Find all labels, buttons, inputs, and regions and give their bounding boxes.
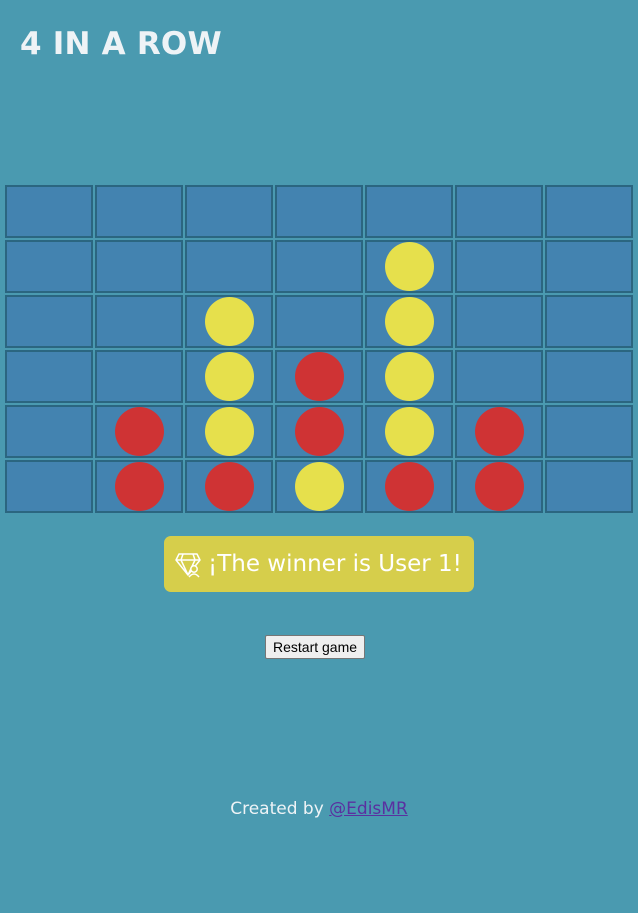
board-cell[interactable] bbox=[365, 350, 453, 403]
board-cell[interactable] bbox=[185, 405, 273, 458]
red-disc bbox=[204, 462, 254, 511]
red-disc bbox=[294, 352, 344, 401]
board-cell[interactable] bbox=[5, 240, 93, 293]
board-cell[interactable] bbox=[5, 350, 93, 403]
board-cell[interactable] bbox=[95, 240, 183, 293]
yellow-disc bbox=[384, 242, 434, 291]
board-cell[interactable] bbox=[5, 295, 93, 348]
board-cell[interactable] bbox=[275, 405, 363, 458]
board-cell[interactable] bbox=[185, 460, 273, 513]
board-cell[interactable] bbox=[185, 350, 273, 403]
board-cell[interactable] bbox=[5, 185, 93, 238]
board-cell[interactable] bbox=[455, 405, 543, 458]
yellow-disc bbox=[204, 407, 254, 456]
yellow-disc bbox=[384, 352, 434, 401]
board-cell[interactable] bbox=[455, 240, 543, 293]
red-disc bbox=[294, 407, 344, 456]
board-cell[interactable] bbox=[365, 295, 453, 348]
board-cell[interactable] bbox=[365, 185, 453, 238]
board-cell[interactable] bbox=[185, 185, 273, 238]
board-cell[interactable] bbox=[275, 460, 363, 513]
yellow-disc bbox=[384, 407, 434, 456]
board-cell[interactable] bbox=[275, 295, 363, 348]
footer-prefix: Created by bbox=[230, 799, 330, 819]
red-disc bbox=[114, 407, 164, 456]
page-title: 4 IN A ROW bbox=[20, 26, 222, 62]
board-cell[interactable] bbox=[365, 460, 453, 513]
restart-button[interactable]: Restart game bbox=[265, 635, 366, 659]
yellow-disc bbox=[204, 297, 254, 346]
board-cell[interactable] bbox=[545, 350, 633, 403]
board-cell[interactable] bbox=[5, 405, 93, 458]
board-cell[interactable] bbox=[545, 295, 633, 348]
red-disc bbox=[114, 462, 164, 511]
yellow-disc bbox=[204, 352, 254, 401]
board-cell[interactable] bbox=[455, 350, 543, 403]
board-cell[interactable] bbox=[275, 185, 363, 238]
board-cell[interactable] bbox=[95, 295, 183, 348]
board-cell[interactable] bbox=[455, 295, 543, 348]
board-cell[interactable] bbox=[365, 240, 453, 293]
author-link[interactable]: @EdisMR bbox=[329, 799, 408, 819]
board-cell[interactable] bbox=[545, 460, 633, 513]
board-cell[interactable] bbox=[95, 350, 183, 403]
board-cell[interactable] bbox=[275, 240, 363, 293]
board-cell[interactable] bbox=[5, 460, 93, 513]
yellow-disc bbox=[384, 297, 434, 346]
board-cell[interactable] bbox=[95, 460, 183, 513]
yellow-disc bbox=[294, 462, 344, 511]
winner-banner: ¡The winner is User 1! bbox=[164, 536, 474, 592]
game-board[interactable] bbox=[5, 185, 633, 516]
board-cell[interactable] bbox=[185, 240, 273, 293]
board-cell[interactable] bbox=[545, 240, 633, 293]
board-cell[interactable] bbox=[545, 405, 633, 458]
board-cell[interactable] bbox=[545, 185, 633, 238]
footer: Created by @EdisMR bbox=[0, 799, 638, 819]
board-cell[interactable] bbox=[95, 405, 183, 458]
board-cell[interactable] bbox=[455, 460, 543, 513]
board-cell[interactable] bbox=[95, 185, 183, 238]
board-cell[interactable] bbox=[275, 350, 363, 403]
red-disc bbox=[474, 462, 524, 511]
red-disc bbox=[474, 407, 524, 456]
board-cell[interactable] bbox=[365, 405, 453, 458]
red-disc bbox=[384, 462, 434, 511]
trophy-icon bbox=[174, 550, 202, 578]
winner-text: ¡The winner is User 1! bbox=[208, 551, 462, 577]
board-cell[interactable] bbox=[455, 185, 543, 238]
board-cell[interactable] bbox=[185, 295, 273, 348]
